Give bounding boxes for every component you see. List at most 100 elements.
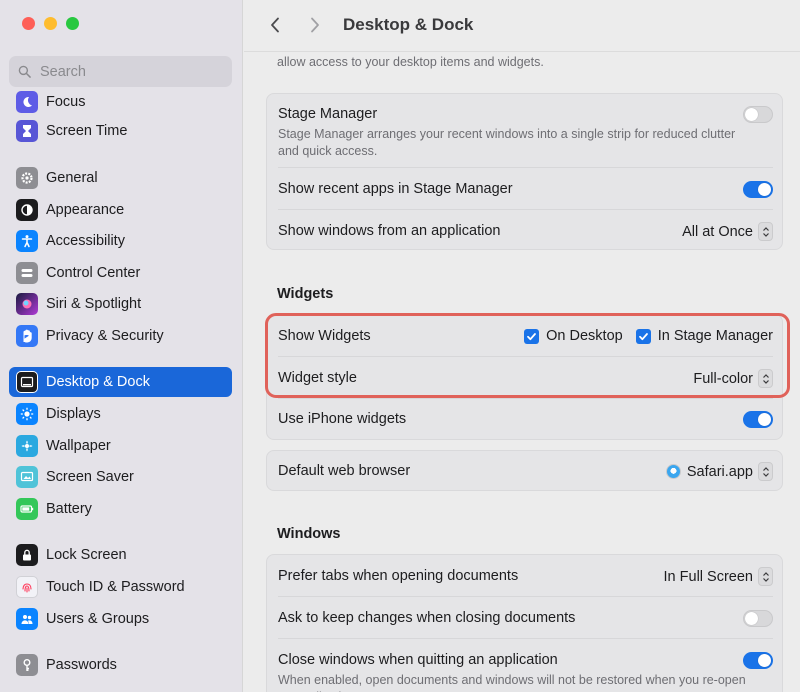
wallpaper-icon — [16, 435, 38, 457]
chevron-updown-icon — [758, 222, 773, 241]
show-widgets-options: On Desktop In Stage Manager — [524, 328, 773, 344]
search-icon — [18, 65, 31, 78]
sidebar-item-screen-saver[interactable]: Screen Saver — [9, 462, 232, 492]
maximize-window-button[interactable] — [66, 17, 79, 30]
close-window-button[interactable] — [22, 17, 35, 30]
control-center-icon — [16, 262, 38, 284]
sidebar-item-label: General — [46, 170, 98, 186]
sidebar-item-label: Accessibility — [46, 233, 125, 249]
back-button[interactable] — [263, 13, 287, 37]
sidebar-item-touch-id-password[interactable]: Touch ID & Password — [9, 572, 232, 602]
widgets-section-title: Widgets — [277, 286, 334, 302]
sidebar-item-label: Desktop & Dock — [46, 374, 150, 390]
sidebar-item-wallpaper[interactable]: Wallpaper — [9, 431, 232, 461]
sidebar-item-desktop-dock[interactable]: Desktop & Dock — [9, 367, 232, 397]
iphone-widgets-label: Use iPhone widgets — [278, 411, 407, 427]
sidebar-item-label: Wallpaper — [46, 438, 111, 454]
prefer-tabs-label: Prefer tabs when opening documents — [278, 568, 519, 584]
ask-keep-changes-label: Ask to keep changes when closing documen… — [278, 610, 576, 626]
search-input[interactable] — [40, 63, 210, 80]
checkmark-icon — [527, 332, 537, 340]
on-desktop-checkbox[interactable] — [524, 328, 540, 344]
screen-saver-icon — [16, 466, 38, 488]
browser-card: Default web browser Safari.app — [266, 450, 783, 491]
sidebar-item-label: Privacy & Security — [46, 328, 164, 344]
gear-icon — [16, 167, 38, 189]
show-windows-value: All at Once — [682, 223, 753, 240]
lock-icon — [16, 544, 38, 566]
accessibility-icon — [16, 230, 38, 252]
widget-style-row: Widget style Full-color — [278, 357, 773, 399]
ask-keep-changes-toggle[interactable] — [743, 610, 773, 627]
default-browser-value: Safari.app — [686, 463, 753, 480]
sidebar-item-privacy-security[interactable]: Privacy & Security — [9, 321, 232, 351]
ask-keep-changes-row: Ask to keep changes when closing documen… — [278, 597, 773, 639]
sidebar-item-control-center[interactable]: Control Center — [9, 258, 232, 288]
on-desktop-label: On Desktop — [546, 328, 623, 344]
stage-manager-description: Stage Manager arranges your recent windo… — [278, 127, 736, 158]
recent-apps-label: Show recent apps in Stage Manager — [278, 181, 513, 197]
show-widgets-row: Show Widgets On Desktop In Stage Manager — [278, 315, 773, 357]
sidebar-item-label: Battery — [46, 501, 92, 517]
sidebar-item-displays[interactable]: Displays — [9, 399, 232, 429]
stage-manager-row: Stage Manager Stage Manager arranges you… — [278, 94, 773, 168]
stage-manager-card: Stage Manager Stage Manager arranges you… — [266, 93, 783, 250]
intro-text: allow access to your desktop items and w… — [277, 55, 544, 69]
sidebar-item-label: Users & Groups — [46, 611, 150, 627]
widget-style-value: Full-color — [693, 370, 753, 387]
sidebar-item-label: Passwords — [46, 657, 117, 673]
chevron-updown-icon — [758, 462, 773, 481]
sidebar-item-label: Focus — [46, 94, 86, 110]
sidebar-item-appearance[interactable]: Appearance — [9, 195, 232, 225]
dock-icon — [16, 371, 38, 393]
sidebar-item-label: Appearance — [46, 202, 125, 218]
toolbar: Desktop & Dock — [244, 0, 800, 52]
sidebar-item-label: Control Center — [46, 265, 141, 281]
prefer-tabs-row: Prefer tabs when opening documents In Fu… — [278, 555, 773, 597]
checkmark-icon — [638, 332, 648, 340]
sidebar-item-label: Screen Time — [46, 123, 128, 139]
sidebar-item-general[interactable]: General — [9, 163, 232, 193]
sidebar-item-screen-time[interactable]: Screen Time — [9, 116, 232, 146]
show-windows-label: Show windows from an application — [278, 223, 501, 239]
windows-section-title: Windows — [277, 526, 341, 542]
widget-style-popup[interactable]: Full-color — [693, 369, 773, 388]
sidebar-item-label: Lock Screen — [46, 547, 127, 563]
windows-card: Prefer tabs when opening documents In Fu… — [266, 554, 783, 692]
recent-apps-toggle[interactable] — [743, 181, 773, 198]
sidebar-item-siri-spotlight[interactable]: Siri & Spotlight — [9, 289, 232, 319]
fingerprint-icon — [16, 576, 38, 598]
sidebar-item-focus[interactable]: Focus — [9, 87, 232, 117]
sidebar-item-passwords[interactable]: Passwords — [9, 650, 232, 680]
sidebar-item-battery[interactable]: Battery — [9, 494, 232, 524]
iphone-widgets-toggle[interactable] — [743, 411, 773, 428]
in-stage-manager-checkbox[interactable] — [635, 328, 651, 344]
main-pane: Desktop & Dock allow access to your desk… — [244, 0, 800, 692]
sidebar-item-label: Siri & Spotlight — [46, 296, 142, 312]
chevron-right-icon — [311, 17, 319, 33]
forward-button[interactable] — [303, 13, 327, 37]
safari-icon — [665, 464, 681, 479]
chevron-updown-icon — [758, 567, 773, 586]
hand-icon — [16, 325, 38, 347]
sidebar-item-lock-screen[interactable]: Lock Screen — [9, 540, 232, 570]
recent-apps-row: Show recent apps in Stage Manager — [278, 168, 773, 210]
in-stage-manager-label: In Stage Manager — [657, 328, 773, 344]
hourglass-icon — [16, 120, 38, 142]
window-controls — [22, 17, 79, 30]
prefer-tabs-popup[interactable]: In Full Screen — [664, 567, 773, 586]
sidebar-item-label: Displays — [46, 406, 101, 422]
close-windows-toggle[interactable] — [743, 652, 773, 669]
appearance-icon — [16, 199, 38, 221]
stage-manager-toggle[interactable] — [743, 106, 773, 123]
default-browser-label: Default web browser — [278, 463, 411, 479]
show-windows-popup[interactable]: All at Once — [682, 222, 773, 241]
default-browser-popup[interactable]: Safari.app — [665, 462, 773, 481]
minimize-window-button[interactable] — [44, 17, 57, 30]
sidebar-item-label: Touch ID & Password — [46, 579, 185, 595]
search-field[interactable] — [9, 56, 232, 87]
sidebar-item-accessibility[interactable]: Accessibility — [9, 226, 232, 256]
iphone-widgets-row: Use iPhone widgets — [278, 399, 773, 441]
page-title: Desktop & Dock — [343, 15, 474, 34]
sidebar-item-users-groups[interactable]: Users & Groups — [9, 604, 232, 634]
